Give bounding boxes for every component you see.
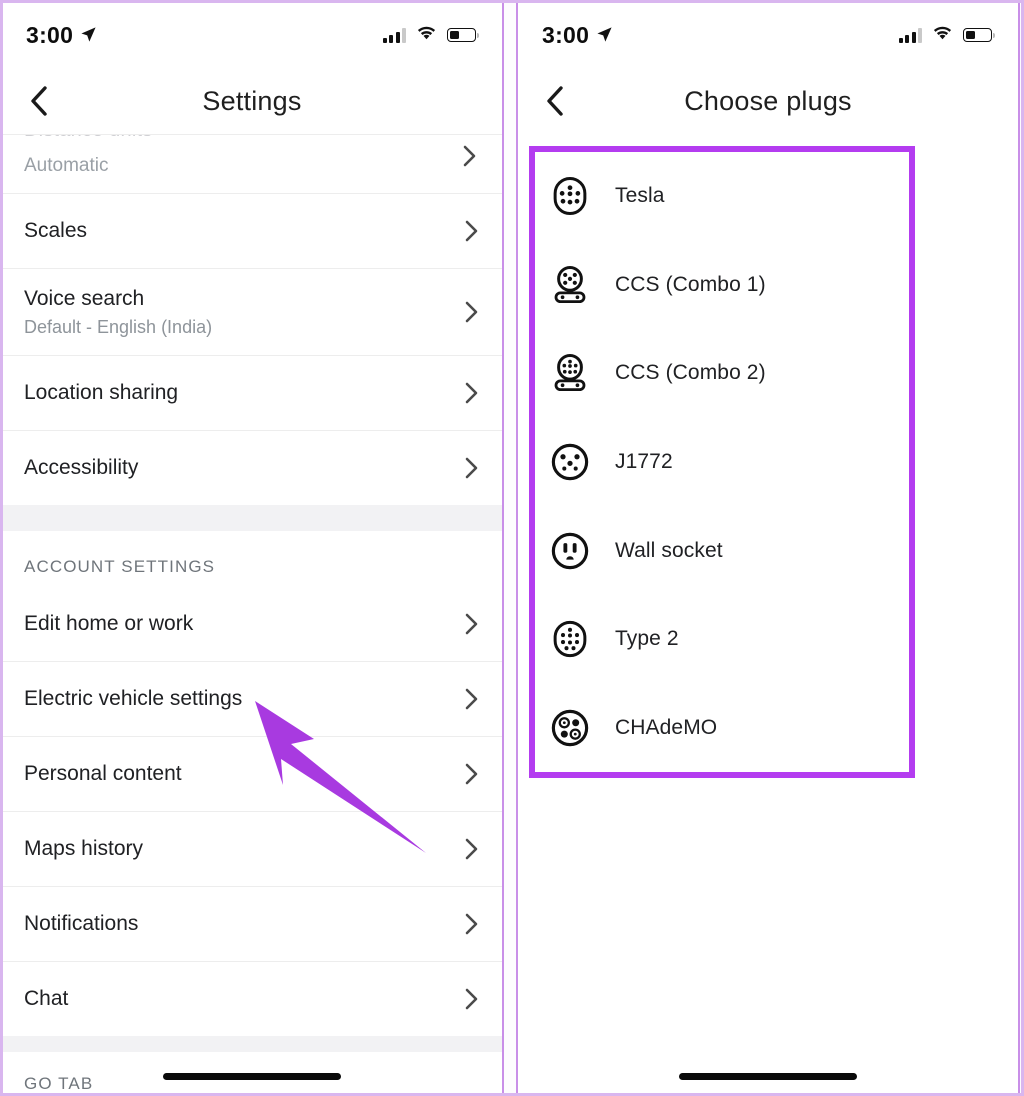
tesla-plug-icon <box>549 175 591 217</box>
ccs-combo-1-plug-icon <box>549 264 591 306</box>
plug-option-wall-socket[interactable]: Wall socket <box>535 506 909 595</box>
settings-row-maps-history[interactable]: Maps history <box>2 812 502 886</box>
battery-low-icon <box>963 28 995 42</box>
nav-bar-left: Settings <box>2 68 502 134</box>
plug-label: J1772 <box>615 450 673 474</box>
plug-label: CCS (Combo 2) <box>615 361 766 385</box>
nav-bar-right: Choose plugs <box>518 68 1018 134</box>
chevron-right-icon <box>465 220 478 242</box>
settings-row-notifications[interactable]: Notifications <box>2 887 502 961</box>
row-title: Location sharing <box>24 380 179 404</box>
settings-list: Distance units Automatic Scales Voice se… <box>2 134 502 1094</box>
screenshot-composite: 3:00 Settings Automatic Scales Voice sea… <box>0 0 1024 1096</box>
plug-label: Type 2 <box>615 627 679 651</box>
status-bar-left: 3:00 <box>2 2 502 68</box>
plug-option-ccs-combo-2[interactable]: CCS (Combo 2) <box>535 329 909 418</box>
plug-label: CHAdeMO <box>615 715 718 739</box>
row-title: Scales <box>24 218 88 242</box>
settings-row-electric-vehicle-settings[interactable]: Electric vehicle settings <box>2 662 502 736</box>
row-title: Maps history <box>24 836 144 860</box>
cellular-signal-icon <box>898 27 922 43</box>
home-indicator <box>679 1073 857 1080</box>
chevron-right-icon <box>465 913 478 935</box>
location-arrow-icon <box>80 22 97 49</box>
plug-option-tesla[interactable]: Tesla <box>535 152 909 241</box>
chevron-right-icon <box>465 613 478 635</box>
settings-row-edit-home-or-work[interactable]: Edit home or work <box>2 587 502 661</box>
row-title: Edit home or work <box>24 611 194 635</box>
plug-option-ccs-combo-1[interactable]: CCS (Combo 1) <box>535 241 909 330</box>
row-subtitle: Default - English (India) <box>24 317 213 338</box>
row-title: Chat <box>24 986 69 1010</box>
chevron-left-icon <box>544 85 566 117</box>
settings-row-chat[interactable]: Chat <box>2 962 502 1036</box>
wifi-icon <box>932 25 953 46</box>
type-2-plug-icon <box>553 621 587 658</box>
plug-option-j1772[interactable]: J1772 <box>535 418 909 507</box>
location-arrow-icon <box>596 22 613 49</box>
chevron-right-icon <box>465 382 478 404</box>
status-bar-indicators <box>898 25 995 46</box>
row-title: Accessibility <box>24 455 139 479</box>
chevron-right-icon <box>463 145 476 167</box>
plugs-highlight-box: Tesla CCS (Combo 1) CCS (Combo 2) J1772 … <box>529 146 915 779</box>
chevron-right-icon <box>465 688 478 710</box>
status-bar-right: 3:00 <box>518 2 1018 68</box>
back-button-choose-plugs[interactable] <box>538 84 572 118</box>
row-title: Notifications <box>24 911 139 935</box>
plug-label: Wall socket <box>615 538 723 562</box>
chademo-plug-icon <box>551 709 589 747</box>
page-title-settings: Settings <box>202 85 302 116</box>
plug-option-chademo[interactable]: CHAdeMO <box>535 684 909 773</box>
chevron-right-icon <box>465 301 478 323</box>
cellular-signal-icon <box>382 27 406 43</box>
status-time-label: 3:00 <box>542 21 590 48</box>
section-separator-band <box>2 1036 502 1052</box>
plug-option-type-2[interactable]: Type 2 <box>535 595 909 684</box>
section-header-account-settings: ACCOUNT SETTINGS <box>2 531 502 587</box>
chevron-right-icon <box>465 457 478 479</box>
right-phone-screen: 3:00 Choose plugs Tesla CCS (Combo 1) CC… <box>516 0 1020 1096</box>
chevron-right-icon <box>465 838 478 860</box>
row-title: Distance units <box>24 135 152 142</box>
row-title: Personal content <box>24 761 182 785</box>
chevron-right-icon <box>465 988 478 1010</box>
back-button-settings[interactable] <box>22 84 56 118</box>
wall-socket-plug-icon <box>549 530 591 572</box>
status-bar-time-group: 3:00 <box>542 22 613 49</box>
home-indicator <box>163 1073 341 1080</box>
settings-row-scales[interactable]: Scales <box>2 194 502 268</box>
wifi-icon <box>416 25 437 46</box>
left-phone-screen: 3:00 Settings Automatic Scales Voice sea… <box>0 0 504 1096</box>
status-time-label: 3:00 <box>26 21 74 48</box>
status-bar-time-group: 3:00 <box>26 22 97 49</box>
ccs-combo-2-plug-icon <box>549 352 591 394</box>
settings-row-accessibility[interactable]: Accessibility <box>2 431 502 505</box>
row-title: Electric vehicle settings <box>24 686 243 710</box>
settings-row-personal-content[interactable]: Personal content <box>2 737 502 811</box>
settings-row-distance-units[interactable]: Distance units Automatic <box>2 135 502 193</box>
chevron-left-icon <box>28 85 50 117</box>
row-title: Voice search <box>24 286 145 310</box>
plug-label: CCS (Combo 1) <box>615 272 766 296</box>
status-bar-indicators <box>382 25 479 46</box>
settings-row-voice-search[interactable]: Voice search Default - English (India) <box>2 269 502 355</box>
row-subtitle: Automatic <box>24 155 109 176</box>
page-title-choose-plugs: Choose plugs <box>684 85 852 116</box>
settings-row-location-sharing[interactable]: Location sharing <box>2 356 502 430</box>
section-separator-band <box>2 505 502 531</box>
chevron-right-icon <box>465 763 478 785</box>
plug-label: Tesla <box>615 184 665 208</box>
j1772-plug-icon <box>549 441 591 483</box>
battery-low-icon <box>447 28 479 42</box>
